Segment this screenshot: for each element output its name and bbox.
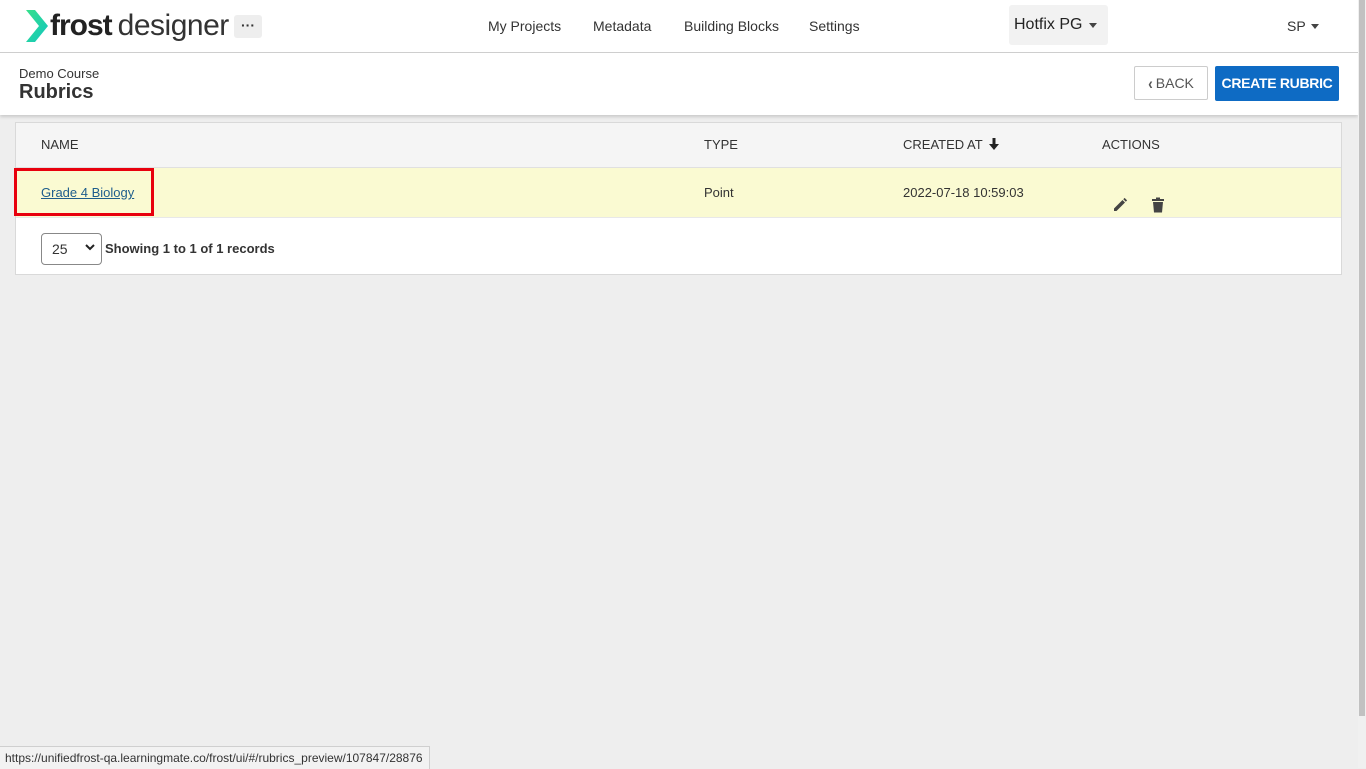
column-header-name[interactable]: NAME (41, 123, 79, 167)
nav-metadata[interactable]: Metadata (593, 0, 651, 52)
caret-down-icon (1311, 24, 1319, 29)
records-summary: Showing 1 to 1 of 1 records (105, 241, 275, 256)
column-header-created-at[interactable]: CREATED AT (903, 123, 1000, 167)
top-navbar: frost designer ··· My Projects Metadata … (0, 0, 1358, 53)
back-button[interactable]: ‹ BACK (1134, 66, 1208, 100)
rubric-created-at: 2022-07-18 10:59:03 (903, 185, 1024, 200)
user-menu-dropdown[interactable]: SP (1287, 0, 1319, 52)
create-rubric-button[interactable]: CREATE RUBRIC (1215, 66, 1339, 101)
project-dropdown[interactable]: Hotfix PG (1009, 5, 1108, 45)
logo-text-frost: frost (50, 9, 113, 42)
table-row: Grade 4 Biology Point 2022-07-18 10:59:0… (14, 168, 1341, 218)
user-initials: SP (1287, 18, 1306, 34)
rubric-type: Point (704, 185, 734, 200)
page-header: Demo Course Rubrics ‹ BACK CREATE RUBRIC (0, 53, 1358, 115)
more-options-button[interactable]: ··· (234, 15, 262, 38)
rubrics-table-card: NAME TYPE CREATED AT ACTIONS Grade 4 Bio… (14, 122, 1342, 275)
nav-my-projects[interactable]: My Projects (488, 0, 561, 52)
column-header-created-at-label: CREATED AT (903, 137, 983, 152)
logo-text-designer: designer (117, 9, 230, 42)
arrow-down-icon (989, 123, 1000, 167)
edit-pencil-icon[interactable] (1112, 184, 1130, 211)
scrollbar-thumb[interactable] (1359, 0, 1365, 716)
nav-settings[interactable]: Settings (809, 0, 860, 52)
column-header-actions: ACTIONS (1102, 137, 1160, 152)
chevron-left-icon: ‹ (1148, 73, 1153, 93)
link-status-bar: https://unifiedfrost-qa.learningmate.co/… (0, 746, 430, 769)
page-size-select[interactable]: 25 (41, 233, 102, 265)
column-header-type[interactable]: TYPE (704, 123, 738, 167)
chevron-down-icon (85, 234, 95, 264)
page-size-value: 25 (52, 241, 68, 257)
page-title: Rubrics (19, 81, 94, 103)
project-dropdown-label: Hotfix PG (1014, 16, 1083, 33)
nav-building-blocks[interactable]: Building Blocks (684, 0, 779, 52)
table-footer: 25 Showing 1 to 1 of 1 records (16, 218, 1341, 275)
delete-trash-icon[interactable] (1151, 184, 1169, 213)
course-name: Demo Course (19, 66, 100, 81)
highlight-annotation (14, 168, 154, 216)
table-header: NAME TYPE CREATED AT ACTIONS (16, 123, 1341, 168)
frost-designer-logo[interactable]: frost designer (26, 8, 229, 44)
chevron-logo-icon (26, 10, 48, 42)
back-button-label: BACK (1155, 75, 1194, 91)
caret-down-icon (1089, 23, 1097, 28)
vertical-scrollbar[interactable] (1358, 0, 1366, 768)
